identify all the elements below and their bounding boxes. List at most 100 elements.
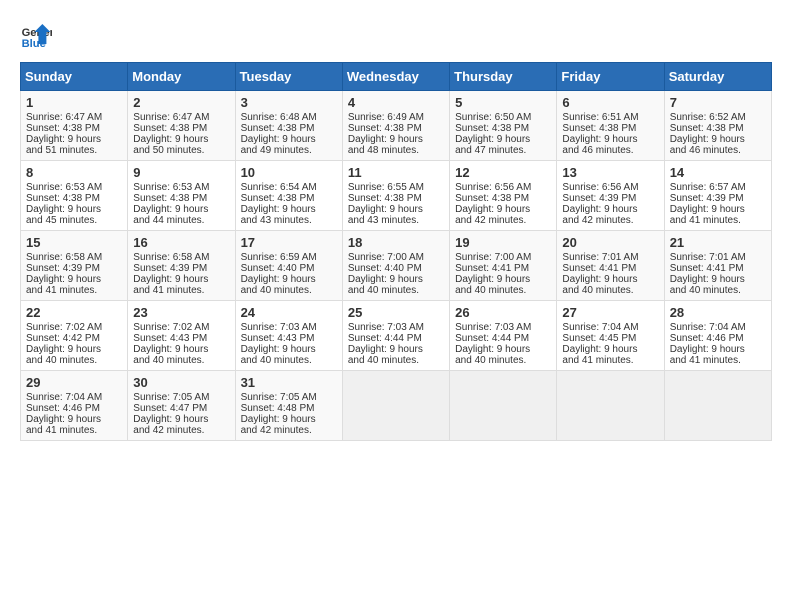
calendar-day-25: 25Sunrise: 7:03 AMSunset: 4:44 PMDayligh… [342, 301, 449, 371]
day-info: Sunset: 4:44 PM [455, 333, 551, 344]
day-number: 4 [348, 95, 444, 110]
day-info: Sunset: 4:43 PM [241, 333, 337, 344]
day-number: 12 [455, 165, 551, 180]
calendar-day-21: 21Sunrise: 7:01 AMSunset: 4:41 PMDayligh… [664, 231, 771, 301]
day-number: 23 [133, 305, 229, 320]
day-number: 18 [348, 235, 444, 250]
day-info: and 44 minutes. [133, 215, 229, 226]
day-info: Sunrise: 7:04 AM [562, 322, 658, 333]
empty-cell [664, 371, 771, 441]
day-info: Sunset: 4:43 PM [133, 333, 229, 344]
day-number: 3 [241, 95, 337, 110]
calendar-day-13: 13Sunrise: 6:56 AMSunset: 4:39 PMDayligh… [557, 161, 664, 231]
day-info: and 51 minutes. [26, 145, 122, 156]
empty-cell [557, 371, 664, 441]
day-info: Daylight: 9 hours [670, 344, 766, 355]
calendar-day-20: 20Sunrise: 7:01 AMSunset: 4:41 PMDayligh… [557, 231, 664, 301]
calendar-day-30: 30Sunrise: 7:05 AMSunset: 4:47 PMDayligh… [128, 371, 235, 441]
day-info: Daylight: 9 hours [26, 134, 122, 145]
day-info: Sunset: 4:48 PM [241, 403, 337, 414]
calendar-day-4: 4Sunrise: 6:49 AMSunset: 4:38 PMDaylight… [342, 91, 449, 161]
day-info: and 49 minutes. [241, 145, 337, 156]
calendar-day-27: 27Sunrise: 7:04 AMSunset: 4:45 PMDayligh… [557, 301, 664, 371]
day-info: and 40 minutes. [348, 285, 444, 296]
day-number: 5 [455, 95, 551, 110]
day-info: Daylight: 9 hours [26, 204, 122, 215]
day-info: Sunset: 4:42 PM [26, 333, 122, 344]
day-info: Sunset: 4:38 PM [133, 193, 229, 204]
day-info: Daylight: 9 hours [133, 134, 229, 145]
day-info: and 50 minutes. [133, 145, 229, 156]
calendar-day-5: 5 Sunrise: 6:50 AMSunset: 4:38 PMDaylight… [450, 91, 557, 161]
day-info: Daylight: 9 hours [455, 274, 551, 285]
day-info: Sunset: 4:40 PM [348, 263, 444, 274]
day-info: Sunset: 4:45 PM [562, 333, 658, 344]
day-info: Sunrise: 6:56 AM [562, 182, 658, 193]
day-number: 28 [670, 305, 766, 320]
day-info: Daylight: 9 hours [562, 134, 658, 145]
page-header: General Blue [20, 20, 772, 52]
day-info: and 42 minutes. [562, 215, 658, 226]
day-info: Sunrise: 6:47 AM [133, 112, 229, 123]
day-number: 15 [26, 235, 122, 250]
day-info: and 40 minutes. [348, 355, 444, 366]
day-info: Sunrise: 7:04 AM [670, 322, 766, 333]
day-info: Sunrise: 6:59 AM [241, 252, 337, 263]
day-info: Sunrise: 7:03 AM [455, 322, 551, 333]
day-info: Sunrise: 6:55 AM [348, 182, 444, 193]
day-info: Daylight: 9 hours [455, 134, 551, 145]
day-info: and 40 minutes. [670, 285, 766, 296]
day-number: 26 [455, 305, 551, 320]
day-info: and 42 minutes. [133, 425, 229, 436]
day-info: Daylight: 9 hours [133, 344, 229, 355]
calendar-day-2: 2Sunrise: 6:47 AMSunset: 4:38 PMDaylight… [128, 91, 235, 161]
calendar-day-29: 29Sunrise: 7:04 AMSunset: 4:46 PMDayligh… [21, 371, 128, 441]
day-info: Sunrise: 6:52 AM [670, 112, 766, 123]
day-number: 31 [241, 375, 337, 390]
day-number: 22 [26, 305, 122, 320]
day-info: Sunset: 4:38 PM [455, 123, 551, 134]
calendar-week-4: 22Sunrise: 7:02 AMSunset: 4:42 PMDayligh… [21, 301, 772, 371]
day-number: 16 [133, 235, 229, 250]
day-info: Daylight: 9 hours [26, 414, 122, 425]
day-info: Sunset: 4:44 PM [348, 333, 444, 344]
day-info: Daylight: 9 hours [455, 344, 551, 355]
day-info: Sunrise: 6:54 AM [241, 182, 337, 193]
calendar-day-16: 16Sunrise: 6:58 AMSunset: 4:39 PMDayligh… [128, 231, 235, 301]
calendar-day-24: 24Sunrise: 7:03 AMSunset: 4:43 PMDayligh… [235, 301, 342, 371]
day-info: Daylight: 9 hours [670, 134, 766, 145]
calendar-day-19: 19Sunrise: 7:00 AMSunset: 4:41 PMDayligh… [450, 231, 557, 301]
day-number: 7 [670, 95, 766, 110]
day-info: and 43 minutes. [241, 215, 337, 226]
day-number: 9 [133, 165, 229, 180]
calendar-day-18: 18Sunrise: 7:00 AMSunset: 4:40 PMDayligh… [342, 231, 449, 301]
day-info: Daylight: 9 hours [241, 344, 337, 355]
day-number: 17 [241, 235, 337, 250]
day-info: and 40 minutes. [26, 355, 122, 366]
day-number: 27 [562, 305, 658, 320]
svg-text:General: General [22, 27, 52, 39]
day-info: Daylight: 9 hours [133, 414, 229, 425]
calendar-body: 1Sunrise: 6:47 AMSunset: 4:38 PMDaylight… [21, 91, 772, 441]
day-number: 2 [133, 95, 229, 110]
day-number: 8 [26, 165, 122, 180]
day-number: 14 [670, 165, 766, 180]
day-info: Sunset: 4:47 PM [133, 403, 229, 414]
day-info: Sunrise: 7:03 AM [241, 322, 337, 333]
logo: General Blue [20, 20, 56, 52]
day-info: and 40 minutes. [455, 355, 551, 366]
calendar-day-1: 1Sunrise: 6:47 AMSunset: 4:38 PMDaylight… [21, 91, 128, 161]
day-info: and 41 minutes. [26, 285, 122, 296]
day-info: Sunset: 4:38 PM [26, 123, 122, 134]
calendar-day-26: 26 Sunrise: 7:03 AMSunset: 4:44 PMDayligh… [450, 301, 557, 371]
day-info: Sunset: 4:39 PM [26, 263, 122, 274]
day-info: Sunset: 4:41 PM [670, 263, 766, 274]
day-info: Sunset: 4:38 PM [562, 123, 658, 134]
weekday-header-thursday: Thursday [450, 63, 557, 91]
day-info: Sunrise: 6:53 AM [26, 182, 122, 193]
day-info: Sunrise: 6:47 AM [26, 112, 122, 123]
day-info: and 40 minutes. [133, 355, 229, 366]
calendar-week-2: 8 Sunrise: 6:53 AM Sunset: 4:38 PM Daylight… [21, 161, 772, 231]
day-info: Sunrise: 6:49 AM [348, 112, 444, 123]
day-info: Sunrise: 6:50 AM [455, 112, 551, 123]
